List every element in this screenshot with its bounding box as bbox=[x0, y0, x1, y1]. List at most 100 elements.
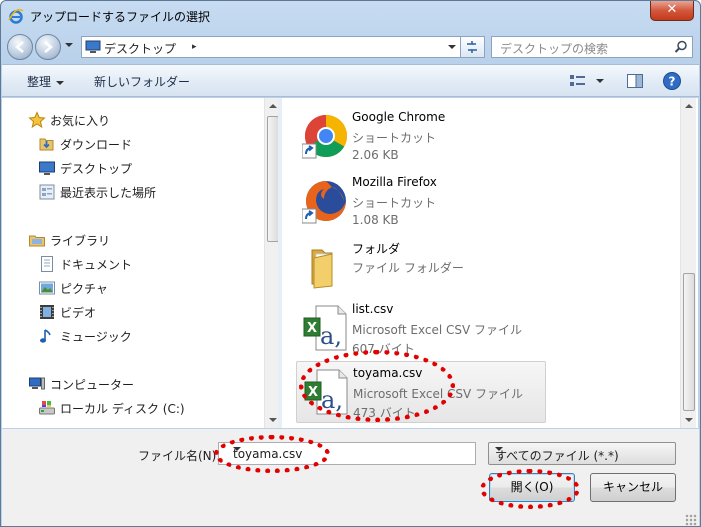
change-view-icon[interactable] bbox=[569, 73, 587, 92]
forward-button[interactable] bbox=[35, 34, 61, 60]
pictures-icon bbox=[38, 279, 56, 297]
file-name: list.csv bbox=[352, 302, 394, 316]
file-name: Google Chrome bbox=[352, 110, 446, 124]
history-buttons bbox=[7, 33, 81, 61]
nav-item-label: ビデオ bbox=[60, 306, 97, 320]
address-dropdown-icon[interactable] bbox=[448, 45, 456, 49]
resize-grip[interactable] bbox=[685, 514, 697, 526]
file-type: ショートカット bbox=[352, 131, 437, 145]
search-icon[interactable] bbox=[674, 40, 688, 57]
nav-item-label: 最近表示した場所 bbox=[60, 186, 157, 200]
chrome-icon bbox=[301, 112, 350, 160]
scrollbar-thumb[interactable] bbox=[683, 273, 695, 411]
file-list: Google Chrome ショートカット 2.06 KB Mozilla Fi… bbox=[282, 98, 680, 428]
filename-value[interactable]: toyama.csv bbox=[233, 447, 302, 461]
file-type: ショートカット bbox=[352, 196, 437, 210]
documents-icon bbox=[38, 255, 56, 273]
scroll-up-icon[interactable] bbox=[685, 104, 693, 108]
file-type: Microsoft Excel CSV ファイル bbox=[353, 387, 524, 401]
back-arrow-icon bbox=[15, 41, 24, 53]
computer-icon bbox=[28, 375, 46, 393]
file-type-filter-value: すべてのファイル (*.*) bbox=[495, 449, 619, 463]
internet-explorer-icon bbox=[8, 8, 24, 24]
svg-text:X: X bbox=[308, 385, 318, 400]
filename-dropdown-icon[interactable] bbox=[233, 447, 241, 451]
excel-csv-icon: a, X bbox=[303, 368, 351, 416]
filename-input[interactable]: toyama.csv bbox=[218, 442, 476, 465]
nav-item-label: ドキュメント bbox=[60, 258, 133, 272]
file-type: ファイル フォルダー bbox=[352, 261, 464, 275]
excel-csv-icon: a, X bbox=[302, 304, 350, 352]
file-open-dialog: アップロードするファイルの選択 ✕ デスクトップ ▸ デスクトップの検索 整理 … bbox=[0, 0, 701, 527]
scroll-down-icon[interactable] bbox=[269, 418, 277, 422]
folder-icon bbox=[302, 242, 350, 290]
recent-places-icon bbox=[38, 183, 56, 201]
nav-item-label: ライブラリ bbox=[50, 234, 111, 248]
file-item-google-chrome[interactable]: Google Chrome ショートカット 2.06 KB bbox=[296, 106, 546, 168]
forward-arrow-icon bbox=[44, 41, 53, 53]
file-name: フォルダ bbox=[352, 242, 401, 256]
search-input[interactable]: デスクトップの検索 bbox=[491, 36, 693, 58]
cancel-button[interactable]: キャンセル bbox=[590, 473, 676, 502]
file-size: 607 バイト bbox=[352, 342, 415, 356]
file-size: 473 バイト bbox=[353, 406, 416, 420]
window-title: アップロードするファイルの選択 bbox=[30, 10, 211, 24]
svg-text:?: ? bbox=[669, 75, 676, 89]
breadcrumb-chevron-icon[interactable]: ▸ bbox=[192, 42, 197, 52]
navigation-pane: お気に入り ダウンロード デスクトップ 最近表示した場所 ライブラリ ドキュメン… bbox=[2, 98, 280, 428]
svg-text:a,: a, bbox=[321, 386, 343, 414]
nav-item-label: ダウンロード bbox=[60, 138, 133, 152]
back-button[interactable] bbox=[7, 34, 33, 60]
help-icon[interactable]: ? bbox=[662, 71, 682, 94]
videos-icon bbox=[38, 303, 56, 321]
filename-label: ファイル名(N): bbox=[138, 449, 221, 463]
refresh-button[interactable] bbox=[461, 36, 485, 58]
nav-item-label: コンピューター bbox=[50, 378, 135, 392]
nav-item-label: デスクトップ bbox=[60, 162, 133, 176]
svg-text:a,: a, bbox=[320, 322, 342, 350]
organize-label: 整理 bbox=[27, 75, 52, 89]
organize-button[interactable]: 整理 bbox=[27, 73, 65, 90]
file-size: 2.06 KB bbox=[352, 148, 399, 162]
new-folder-button[interactable]: 新しいフォルダー bbox=[94, 73, 190, 90]
view-options-dropdown-icon[interactable] bbox=[596, 79, 604, 83]
refresh-icon bbox=[467, 41, 477, 53]
open-button[interactable]: 開く(O) bbox=[489, 473, 575, 502]
file-item-toyama-csv[interactable]: a, X toyama.csv Microsoft Excel CSV ファイル… bbox=[296, 361, 546, 423]
file-item-mozilla-firefox[interactable]: Mozilla Firefox ショートカット 1.08 KB bbox=[296, 171, 546, 233]
recent-pages-dropdown[interactable] bbox=[65, 43, 73, 47]
command-bar: 整理 新しいフォルダー ? bbox=[2, 64, 699, 97]
file-item-list-csv[interactable]: a, X list.csv Microsoft Excel CSV ファイル 6… bbox=[296, 298, 546, 360]
music-icon bbox=[38, 327, 56, 345]
file-size: 1.08 KB bbox=[352, 213, 399, 227]
firefox-icon bbox=[301, 177, 350, 225]
nav-item-label: ピクチャ bbox=[60, 282, 108, 296]
nav-item-label: ローカル ディスク (C:) bbox=[60, 402, 185, 416]
svg-text:X: X bbox=[307, 321, 317, 336]
nav-item-label: ミュージック bbox=[60, 330, 132, 344]
navigation-tree: お気に入り ダウンロード デスクトップ 最近表示した場所 ライブラリ ドキュメン… bbox=[2, 98, 264, 428]
file-type-filter-select[interactable]: すべてのファイル (*.*) bbox=[488, 442, 676, 465]
desktop-icon bbox=[85, 40, 101, 57]
file-item-folder[interactable]: フォルダ ファイル フォルダー bbox=[296, 236, 546, 298]
navigation-bar: デスクトップ ▸ デスクトップの検索 bbox=[7, 33, 693, 61]
library-icon bbox=[28, 231, 46, 249]
title-bar[interactable]: アップロードするファイルの選択 ✕ bbox=[1, 1, 700, 31]
close-button[interactable]: ✕ bbox=[650, 1, 694, 21]
local-disk-icon bbox=[38, 399, 56, 417]
star-icon bbox=[28, 111, 46, 129]
file-list-scrollbar[interactable] bbox=[680, 98, 696, 428]
address-bar[interactable]: デスクトップ ▸ bbox=[81, 36, 461, 58]
chevron-down-icon bbox=[495, 447, 503, 451]
file-name: Mozilla Firefox bbox=[352, 175, 437, 189]
scroll-down-icon[interactable] bbox=[685, 418, 693, 422]
address-location[interactable]: デスクトップ bbox=[104, 40, 176, 57]
nav-item-label: お気に入り bbox=[50, 114, 111, 128]
file-name: toyama.csv bbox=[353, 366, 423, 380]
preview-pane-icon[interactable] bbox=[626, 73, 644, 92]
scroll-up-icon[interactable] bbox=[269, 104, 277, 108]
search-placeholder: デスクトップの検索 bbox=[500, 42, 609, 56]
file-type: Microsoft Excel CSV ファイル bbox=[352, 323, 523, 337]
chevron-down-icon bbox=[56, 80, 65, 85]
file-list-pane: Google Chrome ショートカット 2.06 KB Mozilla Fi… bbox=[282, 98, 698, 428]
